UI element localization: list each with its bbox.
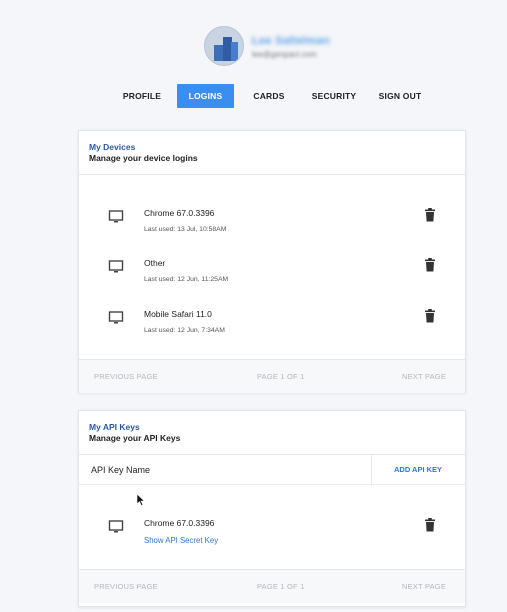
- previous-page-button[interactable]: PREVIOUS PAGE: [94, 582, 158, 591]
- next-page-button[interactable]: NEXT PAGE: [402, 582, 446, 591]
- show-api-secret-key-link[interactable]: Show API Secret Key: [144, 536, 218, 545]
- device-row: Other Last used: 12 Jun, 11:25AM: [79, 254, 465, 294]
- monitor-icon: [108, 520, 124, 533]
- avatar[interactable]: [204, 26, 244, 66]
- tab-cards[interactable]: CARDS: [248, 84, 290, 108]
- tab-sign-out[interactable]: SIGN OUT: [373, 84, 427, 108]
- monitor-icon: [108, 210, 124, 223]
- tab-profile[interactable]: PROFILE: [116, 84, 168, 108]
- device-name: Chrome 67.0.3396: [144, 208, 215, 218]
- tab-security[interactable]: SECURITY: [306, 84, 362, 108]
- user-name: Lee Saltelman: [252, 35, 330, 47]
- account-tabs: PROFILE LOGINS CARDS SECURITY SIGN OUT: [0, 84, 507, 108]
- api-key-row: Chrome 67.0.3396 Show API Secret Key: [79, 514, 465, 554]
- previous-page-button[interactable]: PREVIOUS PAGE: [94, 372, 158, 381]
- device-row: Chrome 67.0.3396 Last used: 13 Jul, 10:5…: [79, 204, 465, 244]
- api-keys-table-header: API Key Name ADD API KEY: [79, 454, 465, 486]
- trash-icon[interactable]: [424, 518, 436, 532]
- api-keys-card-header: My API Keys Manage your API Keys: [79, 411, 465, 455]
- user-email: lee@genpact.com: [252, 50, 317, 59]
- trash-icon[interactable]: [424, 208, 436, 222]
- devices-card: My Devices Manage your device logins Chr…: [78, 130, 466, 393]
- monitor-icon: [108, 311, 124, 324]
- devices-pager: PREVIOUS PAGE PAGE 1 OF 1 NEXT PAGE: [79, 359, 465, 393]
- api-keys-card-title: My API Keys: [89, 422, 140, 432]
- trash-icon[interactable]: [424, 258, 436, 272]
- header-divider: [371, 455, 372, 486]
- device-row: Mobile Safari 11.0 Last used: 12 Jun, 7:…: [79, 305, 465, 345]
- mouse-cursor-icon: [136, 494, 146, 506]
- api-keys-pager: PREVIOUS PAGE PAGE 1 OF 1 NEXT PAGE: [79, 569, 465, 603]
- devices-card-title: My Devices: [89, 142, 136, 152]
- monitor-icon: [108, 260, 124, 273]
- page-indicator: PAGE 1 OF 1: [257, 372, 305, 381]
- device-name: Mobile Safari 11.0: [144, 309, 212, 319]
- api-keys-card-subtitle: Manage your API Keys: [89, 433, 181, 443]
- next-page-button[interactable]: NEXT PAGE: [402, 372, 446, 381]
- page-indicator: PAGE 1 OF 1: [257, 582, 305, 591]
- devices-card-header: My Devices Manage your device logins: [79, 131, 465, 175]
- device-name: Other: [144, 258, 166, 268]
- devices-card-subtitle: Manage your device logins: [89, 153, 198, 163]
- api-key-name: Chrome 67.0.3396: [144, 518, 215, 528]
- device-last-used: Last used: 12 Jun, 7:34AM: [144, 327, 225, 334]
- device-last-used: Last used: 12 Jun, 11:25AM: [144, 276, 229, 283]
- add-api-key-button[interactable]: ADD API KEY: [394, 465, 442, 474]
- device-last-used: Last used: 13 Jul, 10:58AM: [144, 226, 227, 233]
- trash-icon[interactable]: [424, 309, 436, 323]
- account-header: Lee Saltelman lee@genpact.com: [0, 26, 507, 70]
- tab-logins[interactable]: LOGINS: [177, 84, 234, 108]
- api-key-name-column: API Key Name: [91, 465, 151, 475]
- api-keys-card: My API Keys Manage your API Keys API Key…: [78, 410, 466, 607]
